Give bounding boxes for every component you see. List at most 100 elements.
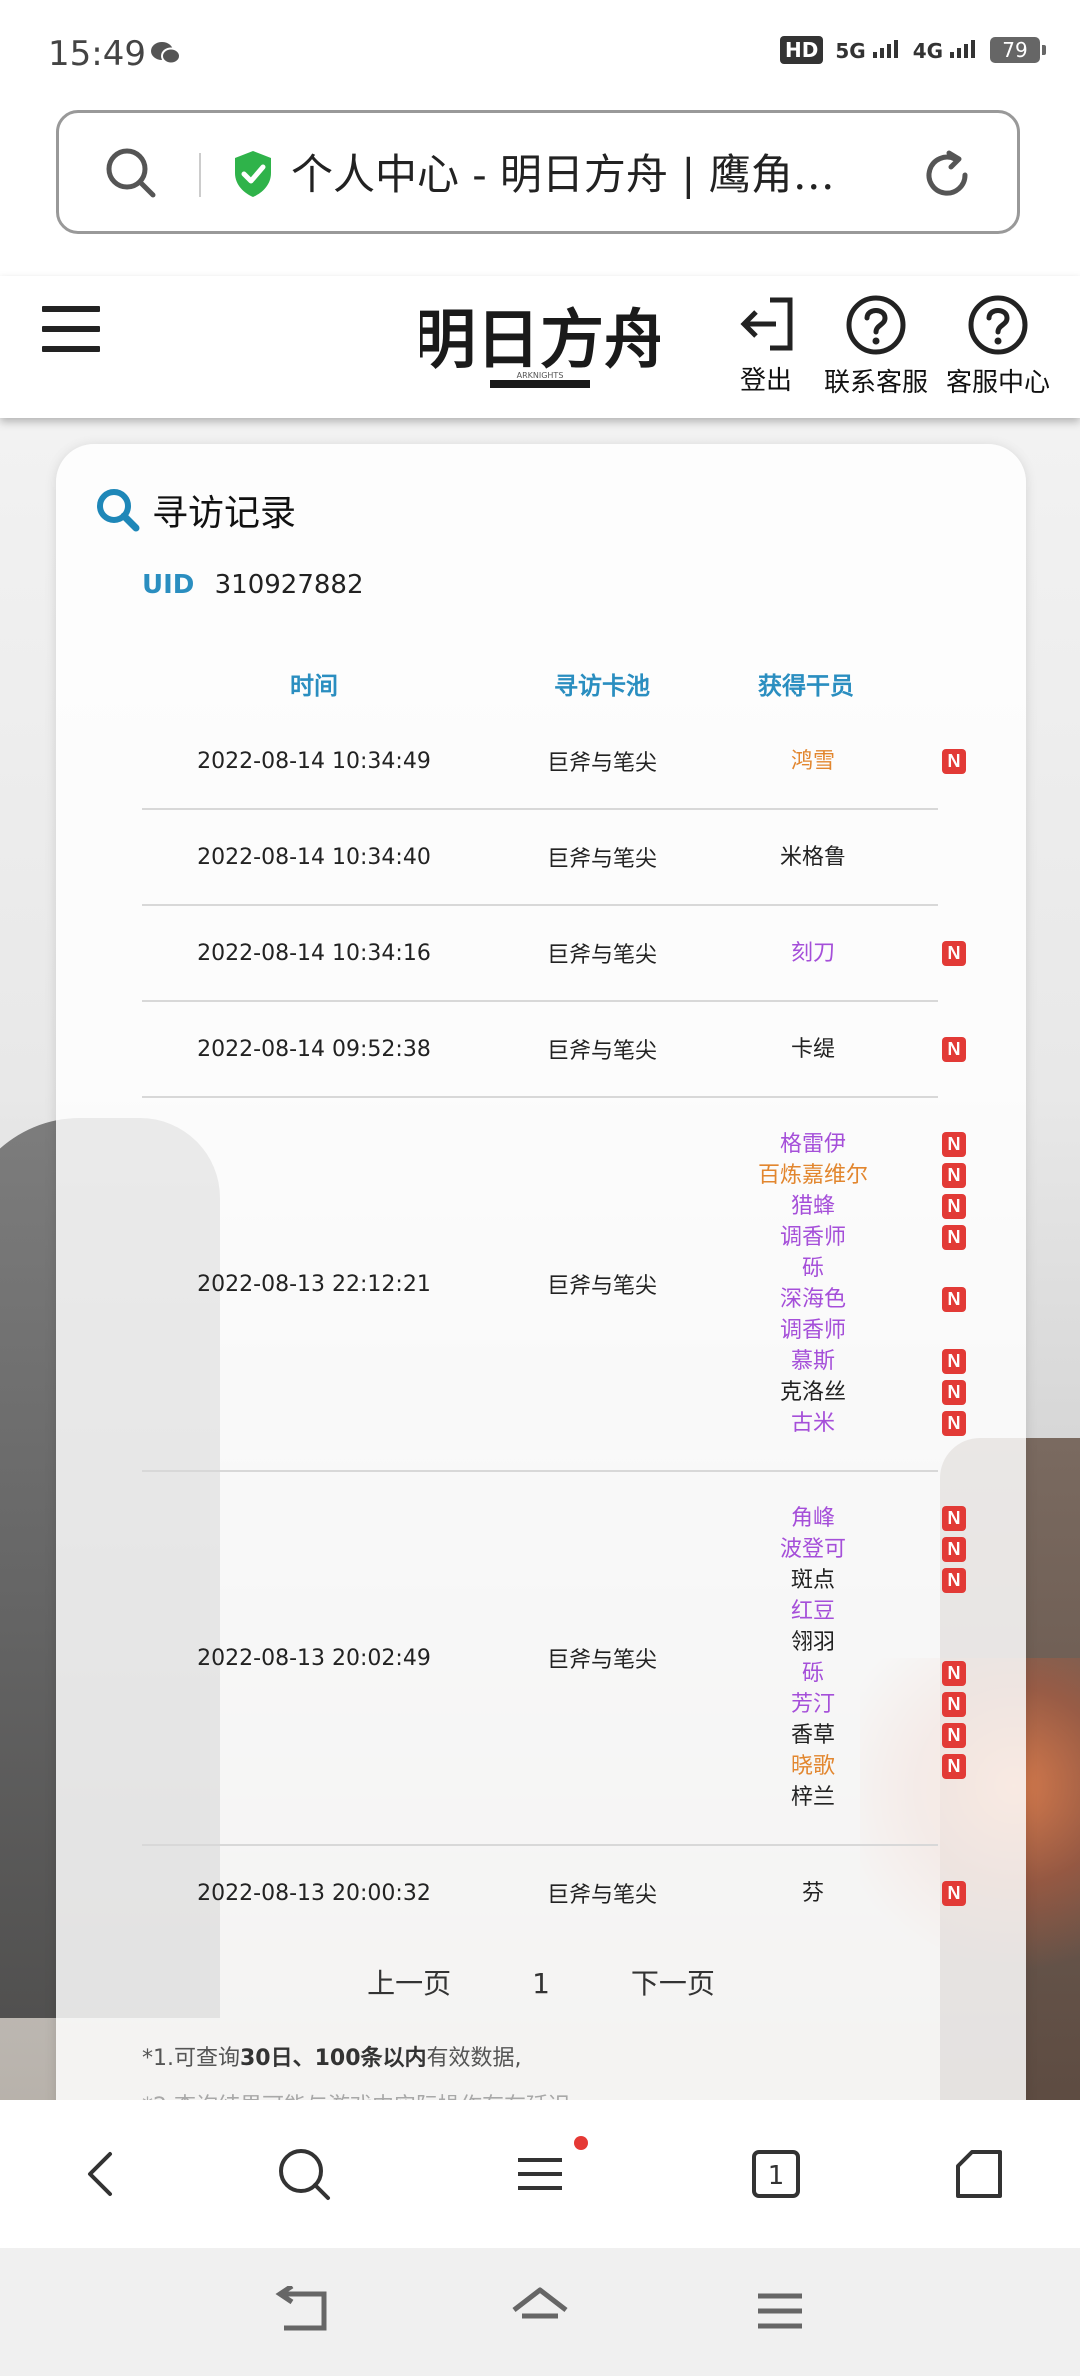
back-icon[interactable] [76, 2146, 132, 2206]
prev-page-button[interactable]: 上一页 [367, 1967, 451, 2000]
contact-service-button[interactable]: 联系客服 [824, 294, 928, 399]
status-time: 15:49 [48, 34, 146, 74]
header-time: 时间 [290, 671, 338, 700]
operator-entry: 芳汀 N [718, 1689, 966, 1720]
logout-label: 登出 [739, 366, 792, 396]
operator-name: 梓兰 [790, 1785, 835, 1810]
site-header: 明日方舟 ARKNIGHTS 登出 联系客服 客服中心 [0, 276, 1080, 418]
operator-entry: 猎蜂 N [718, 1191, 966, 1222]
uid-row: UID 310927882 [142, 570, 364, 600]
address-bar[interactable]: 个人中心 - 明日方舟 | 鹰角… [56, 110, 1020, 234]
operator-name: 角峰 [790, 1506, 835, 1531]
cell-pool: 巨斧与笔尖 [546, 751, 657, 776]
search-record-icon [97, 489, 140, 532]
operator-name: 刻刀 [790, 940, 835, 966]
table-body: 2022-08-14 10:34:49 巨斧与笔尖 鸿雪 N 2022-08-14 10… [142, 714, 966, 1940]
svg-text:1: 1 [768, 2161, 785, 2191]
operator-entry: 红豆 [718, 1596, 938, 1627]
reload-icon[interactable] [919, 147, 975, 207]
new-badge: N [942, 1349, 966, 1374]
cell-time: 2022-08-13 20:02:49 [197, 1645, 431, 1671]
operator-name: 红豆 [790, 1599, 835, 1624]
new-badge: N [942, 1380, 966, 1405]
operator-name: 斑点 [790, 1568, 835, 1593]
operator-entry: 百炼嘉维尔 N [718, 1160, 966, 1191]
operator-entry: 刻刀 N [718, 938, 966, 969]
svg-text:明日方舟: 明日方舟 [420, 303, 660, 378]
operator-name: 百炼嘉维尔 [757, 1163, 868, 1188]
cell-pool: 巨斧与笔尖 [546, 847, 657, 872]
operator-name: 波登可 [779, 1537, 846, 1562]
cell-pool: 巨斧与笔尖 [546, 1039, 657, 1064]
operator-name: 猎蜂 [790, 1194, 835, 1219]
contact-service-label: 联系客服 [824, 368, 929, 398]
hd-icon: HD [780, 36, 824, 64]
nav-recents-icon[interactable] [754, 2286, 806, 2340]
cell-time: 2022-08-14 10:34:49 [197, 748, 431, 774]
operator-name: 深海色 [779, 1287, 846, 1312]
operator-name: 调香师 [779, 1225, 846, 1250]
search-icon[interactable] [276, 2146, 332, 2206]
note-1: *1.可查询30日、100条以内有效数据, [142, 2046, 522, 2071]
help-center-icon [968, 295, 1028, 355]
operator-entry: 古米 N [718, 1408, 966, 1439]
operator-entry: 卡缇 N [718, 1034, 966, 1065]
table-row: 2022-08-13 20:00:32 巨斧与笔尖芬 N [142, 1846, 966, 1940]
new-badge: N [942, 1287, 966, 1312]
operator-entry: 米格鲁 [718, 842, 938, 873]
pagination: 上一页 1 下一页 [56, 1962, 1026, 2002]
operator-name: 调香师 [779, 1318, 846, 1343]
header-pool: 寻访卡池 [554, 671, 650, 700]
cell-operators: 鸿雪 N [718, 746, 966, 777]
table-row: 2022-08-14 10:34:16 巨斧与笔尖 刻刀 N [142, 906, 966, 1002]
operator-entry: 芬N [718, 1878, 966, 1909]
cell-operators: 米格鲁 [718, 842, 938, 873]
cell-time: 2022-08-14 09:52:38 [197, 1036, 431, 1062]
browser-toolbar: 1 [0, 2100, 1080, 2248]
operator-name: 砾 [801, 1661, 824, 1686]
help-icon [846, 295, 906, 355]
home-icon[interactable] [950, 2146, 1006, 2206]
operator-name: 香草 [790, 1723, 835, 1748]
cell-time: 2022-08-14 10:34:16 [197, 940, 431, 966]
card-title: 寻访记录 [94, 484, 296, 536]
logout-button[interactable]: 登出 [736, 294, 796, 397]
operator-entry: 角峰 N [718, 1503, 966, 1534]
nav-home-icon[interactable] [510, 2286, 570, 2340]
cell-operators: 刻刀 N [718, 938, 966, 969]
cell-operators: 角峰 N 波登可 N 斑点 N 红豆 翎羽砾 N 芳汀 N 香草 N 晓歌 N 梓兰 [718, 1503, 966, 1813]
next-page-button[interactable]: 下一页 [631, 1967, 715, 2000]
current-page: 1 [532, 1967, 550, 2000]
cell-time: 2022-08-13 20:00:32 [197, 1880, 431, 1906]
operator-name: 卡缇 [790, 1036, 835, 1062]
operator-entry: 斑点 N [718, 1565, 966, 1596]
hamburger-menu-icon[interactable] [42, 306, 100, 352]
new-badge: N [942, 1568, 966, 1593]
operator-entry: 砾N [718, 1658, 966, 1689]
card-title-text: 寻访记录 [152, 493, 297, 534]
notification-dot [574, 2136, 588, 2150]
page-url-title[interactable]: 个人中心 - 明日方舟 | 鹰角… [291, 141, 891, 202]
logout-icon [740, 297, 793, 351]
new-badge: N [942, 1411, 966, 1436]
address-divider [199, 153, 201, 197]
operator-entry: 翎羽 [718, 1627, 938, 1658]
wechat-icon [150, 40, 182, 70]
table-row: 2022-08-14 10:34:40 巨斧与笔尖 米格鲁 [142, 810, 938, 906]
help-center-label: 客服中心 [946, 368, 1051, 398]
arknights-logo[interactable]: 明日方舟 ARKNIGHTS [412, 292, 668, 402]
help-center-button[interactable]: 客服中心 [946, 294, 1050, 399]
gacha-record-card: 寻访记录 UID 310927882 时间 寻访卡池 获得干员 2022-08-… [56, 444, 1026, 2144]
search-icon[interactable] [103, 145, 159, 205]
new-badge: N [942, 1036, 966, 1062]
operator-entry: 波登可 N [718, 1534, 966, 1565]
operator-entry: 深海色 N [718, 1284, 966, 1315]
new-badge: N [942, 1506, 966, 1531]
operator-name: 芳汀 [790, 1692, 835, 1717]
new-badge: N [942, 1537, 966, 1562]
cell-operators: 格雷伊 N 百炼嘉维尔 N 猎蜂 N 调香师 N 砾深海色 N 调香师 慕斯 N 克洛丝 N 古米 N [718, 1129, 966, 1439]
nav-back-icon[interactable] [270, 2283, 330, 2340]
operator-name: 芬 [801, 1880, 824, 1906]
tabs-icon[interactable]: 1 [748, 2146, 804, 2206]
menu-icon[interactable] [512, 2146, 568, 2206]
